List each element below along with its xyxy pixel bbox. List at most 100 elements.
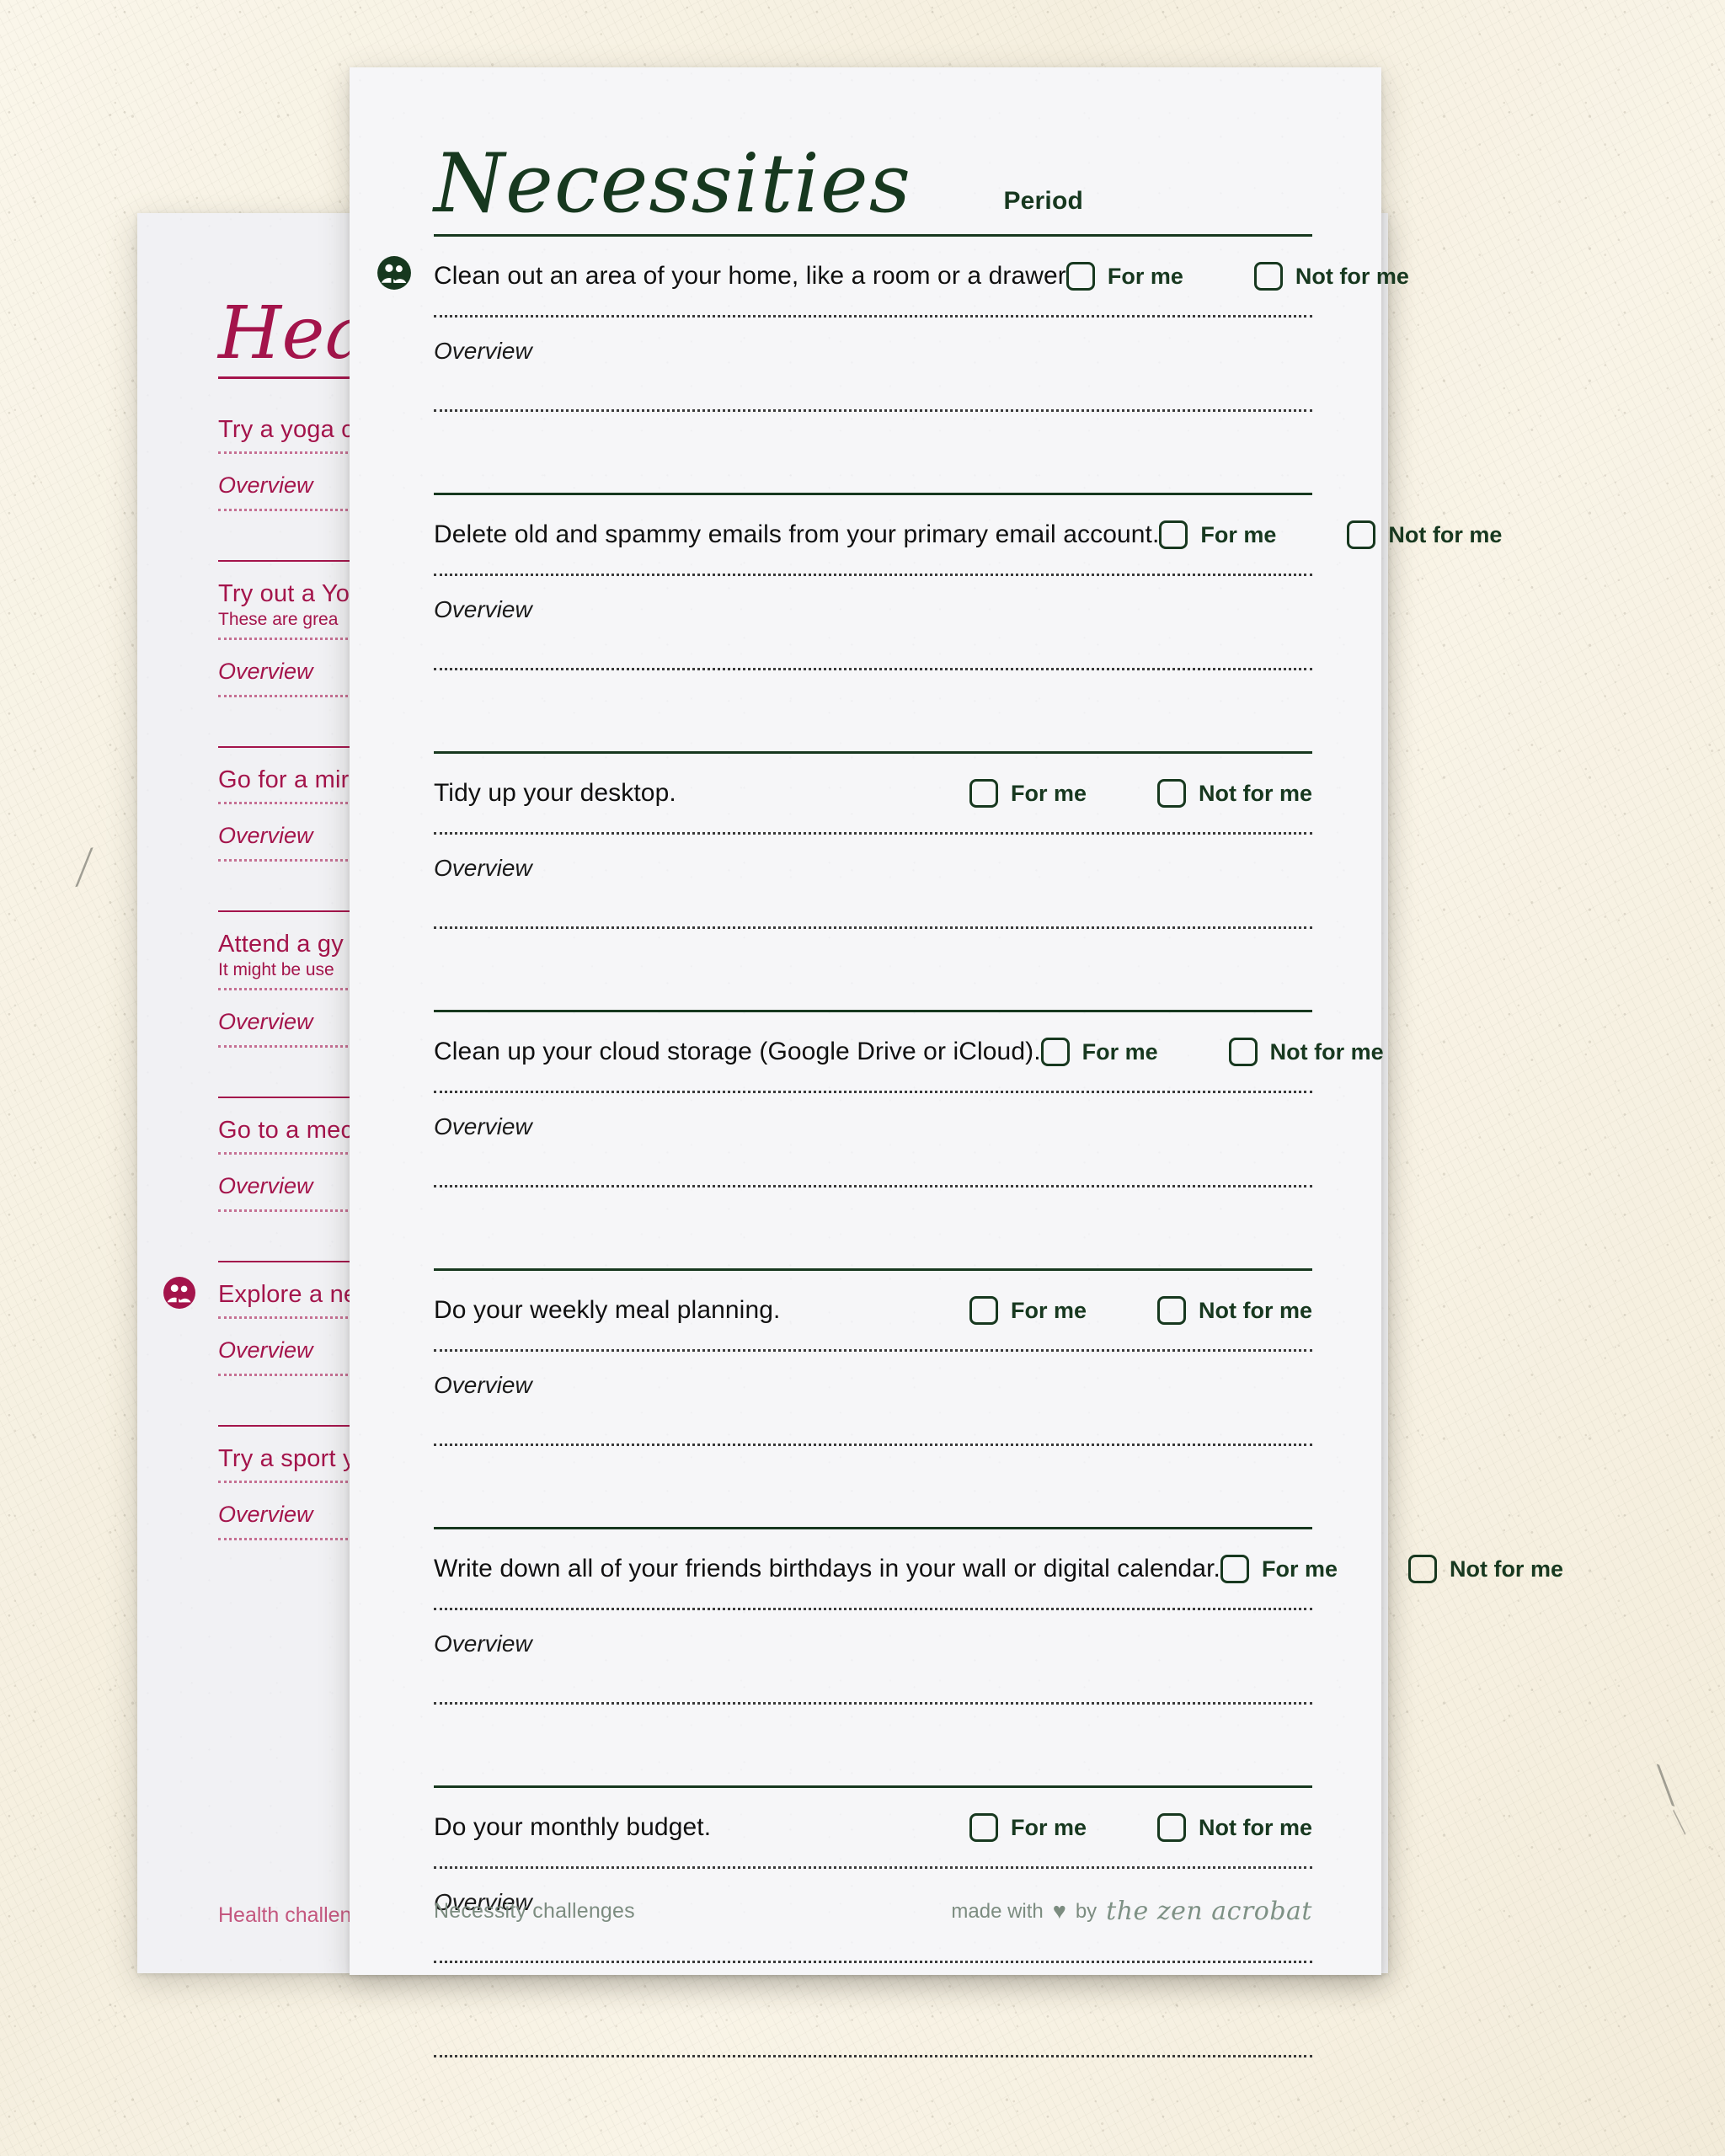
checkbox-not-for-me-box[interactable] bbox=[1228, 1038, 1258, 1066]
checkbox-for-me-label: For me bbox=[1011, 1297, 1087, 1323]
people-group-icon bbox=[377, 255, 412, 291]
checkbox-for-me-box[interactable] bbox=[1220, 1555, 1249, 1583]
task-row: Clean up your cloud storage (Google Driv… bbox=[434, 1012, 1384, 1271]
task-row-header: Do your weekly meal planning. For me Not f… bbox=[434, 1271, 1312, 1338]
checkbox-not-for-me-box[interactable] bbox=[1407, 1555, 1437, 1583]
task-row-header: Delete old and spammy emails from your p… bbox=[434, 495, 1502, 563]
checkbox-for-me-box[interactable] bbox=[1159, 520, 1188, 549]
checkbox-for-me-box[interactable] bbox=[1040, 1038, 1070, 1066]
checkbox-for-me[interactable]: For me bbox=[969, 779, 1110, 808]
page-title: Necessities bbox=[434, 136, 911, 231]
checkbox-not-for-me-label: Not for me bbox=[1295, 263, 1409, 289]
overview-write-space[interactable] bbox=[434, 1399, 1312, 1433]
task-title: Write down all of your friends birthdays… bbox=[434, 1555, 1220, 1582]
task-row: Delete old and spammy emails from your p… bbox=[434, 495, 1502, 754]
task-choice-group: For me Not for me bbox=[969, 779, 1312, 808]
heart-icon: ♥ bbox=[1052, 1898, 1066, 1924]
task-title: Clean up your cloud storage (Google Driv… bbox=[434, 1038, 1041, 1065]
overview-label: Overview bbox=[434, 338, 532, 364]
checkbox-not-for-me[interactable]: Not for me bbox=[1157, 1296, 1312, 1325]
overview-write-space[interactable] bbox=[434, 882, 1312, 915]
task-row: Write down all of your friends birthdays… bbox=[434, 1529, 1563, 1788]
checkbox-not-for-me-label: Not for me bbox=[1449, 1556, 1563, 1582]
checkbox-not-for-me-box[interactable] bbox=[1253, 262, 1283, 291]
checkbox-for-me-box[interactable] bbox=[969, 779, 998, 808]
notes-write-space[interactable] bbox=[434, 929, 1312, 1010]
footer-brand: made with ♥ by the zen acrobat bbox=[951, 1897, 1312, 1926]
checkbox-for-me-box[interactable] bbox=[1065, 262, 1095, 291]
task-choice-group: For me Not for me bbox=[1220, 1555, 1563, 1583]
necessities-row-list: Clean out an area of your home, like a r… bbox=[377, 237, 1563, 2057]
task-row-header: Write down all of your friends birthdays… bbox=[434, 1529, 1563, 1597]
checkbox-not-for-me-label: Not for me bbox=[1269, 1038, 1384, 1065]
task-title: Tidy up your desktop. bbox=[434, 779, 676, 807]
checkbox-for-me[interactable]: For me bbox=[1065, 262, 1207, 291]
task-title: Do your monthly budget. bbox=[434, 1813, 712, 1841]
checkbox-not-for-me-label: Not for me bbox=[1199, 780, 1312, 806]
checkbox-for-me[interactable]: For me bbox=[1159, 520, 1300, 549]
brand-name: the zen acrobat bbox=[1106, 1897, 1312, 1926]
notes-write-space[interactable] bbox=[434, 1187, 1312, 1268]
task-choice-group: For me Not for me bbox=[1159, 520, 1502, 549]
checkbox-not-for-me[interactable]: Not for me bbox=[1347, 520, 1502, 549]
people-group-icon bbox=[163, 1276, 196, 1310]
notes-write-space[interactable] bbox=[434, 1705, 1312, 1785]
period-column-header: Period bbox=[1003, 187, 1083, 215]
checkbox-for-me[interactable]: For me bbox=[1040, 1038, 1182, 1066]
overview-label: Overview bbox=[434, 1113, 532, 1139]
checkbox-for-me-box[interactable] bbox=[969, 1296, 998, 1325]
checkbox-for-me-label: For me bbox=[1200, 521, 1277, 547]
overview-write-space[interactable] bbox=[434, 365, 1312, 398]
overview-label: Overview bbox=[434, 1630, 532, 1657]
overview-label: Overview bbox=[434, 855, 532, 881]
checkbox-not-for-me[interactable]: Not for me bbox=[1253, 262, 1409, 291]
notes-write-space[interactable] bbox=[434, 1963, 1312, 2044]
necessities-header: Necessities Period bbox=[434, 143, 1312, 229]
notes-write-space[interactable] bbox=[434, 670, 1312, 751]
checkbox-not-for-me[interactable]: Not for me bbox=[1157, 1813, 1312, 1842]
task-title: Do your weekly meal planning. bbox=[434, 1296, 781, 1324]
checkbox-not-for-me-box[interactable] bbox=[1157, 779, 1186, 808]
task-row: Clean out an area of your home, like a r… bbox=[377, 237, 1409, 495]
task-choice-group: For me Not for me bbox=[969, 1813, 1312, 1842]
checkbox-not-for-me-label: Not for me bbox=[1199, 1814, 1312, 1840]
footer-page-label: Necessity challenges bbox=[434, 1899, 635, 1923]
checkbox-for-me-label: For me bbox=[1011, 780, 1087, 806]
checkbox-not-for-me[interactable]: Not for me bbox=[1157, 779, 1312, 808]
checkbox-for-me-label: For me bbox=[1107, 263, 1183, 289]
overview-label: Overview bbox=[434, 1372, 532, 1398]
checkbox-not-for-me-box[interactable] bbox=[1157, 1813, 1186, 1842]
checkbox-for-me-label: For me bbox=[1011, 1814, 1087, 1840]
task-row: Do your weekly meal planning. For me Not f… bbox=[434, 1271, 1312, 1529]
checkbox-for-me[interactable]: For me bbox=[969, 1296, 1110, 1325]
task-choice-group: For me Not for me bbox=[1040, 1038, 1384, 1066]
row-bottom-dotted-divider bbox=[434, 2055, 1312, 2057]
by-text: by bbox=[1075, 1899, 1097, 1923]
checkbox-not-for-me-box[interactable] bbox=[1157, 1296, 1186, 1325]
task-title: Delete old and spammy emails from your p… bbox=[434, 520, 1160, 548]
checkbox-for-me[interactable]: For me bbox=[969, 1813, 1110, 1842]
notes-write-space[interactable] bbox=[434, 412, 1312, 493]
checkbox-not-for-me-box[interactable] bbox=[1347, 520, 1376, 549]
task-title: Clean out an area of your home, like a r… bbox=[434, 262, 1066, 290]
overview-write-space[interactable] bbox=[434, 1140, 1312, 1174]
necessities-footer: Necessity challenges made with ♥ by the … bbox=[434, 1897, 1312, 1926]
overview-label: Overview bbox=[434, 596, 532, 622]
checkbox-for-me-box[interactable] bbox=[969, 1813, 998, 1842]
checkbox-for-me-label: For me bbox=[1261, 1556, 1338, 1582]
checkbox-not-for-me-label: Not for me bbox=[1388, 521, 1503, 547]
task-row-header: Tidy up your desktop. For me Not for me bbox=[434, 754, 1312, 821]
task-row-header: Clean out an area of your home, like a r… bbox=[434, 237, 1409, 304]
notes-write-space[interactable] bbox=[434, 1446, 1312, 1527]
task-choice-group: For me Not for me bbox=[1065, 262, 1409, 291]
made-with-text: made with bbox=[951, 1899, 1044, 1923]
task-choice-group: For me Not for me bbox=[969, 1296, 1312, 1325]
checkbox-for-me[interactable]: For me bbox=[1220, 1555, 1361, 1583]
checkbox-not-for-me[interactable]: Not for me bbox=[1407, 1555, 1563, 1583]
task-row-header: Clean up your cloud storage (Google Driv… bbox=[434, 1012, 1384, 1080]
overview-write-space[interactable] bbox=[434, 623, 1312, 657]
checkbox-not-for-me-label: Not for me bbox=[1199, 1297, 1312, 1323]
necessities-sheet[interactable]: Necessities Period Clean out an area of … bbox=[350, 67, 1563, 2057]
checkbox-not-for-me[interactable]: Not for me bbox=[1228, 1038, 1384, 1066]
overview-write-space[interactable] bbox=[434, 1657, 1312, 1691]
